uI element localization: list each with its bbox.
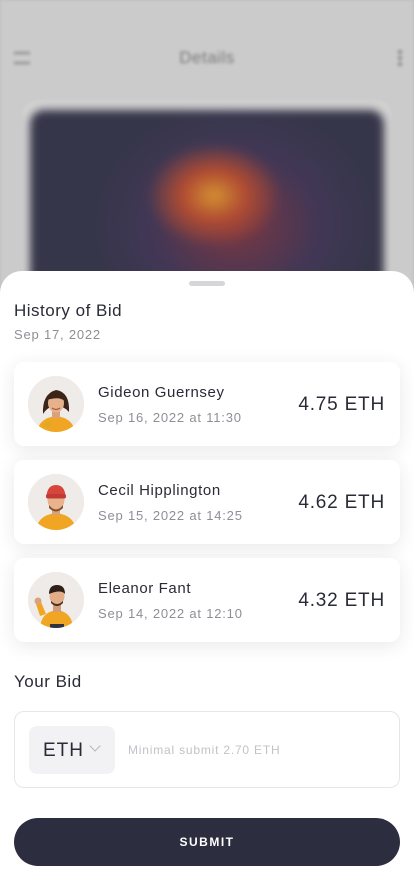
submit-button[interactable]: SUBMIT [14,818,400,866]
avatar-man-beanie-icon [28,474,84,530]
sheet-title: History of Bid [14,301,123,320]
avatar [28,474,84,530]
bid-history-sheet: History of Bid Sep 17, 2022 Gideon Guern… [0,271,414,896]
avatar-man-thumbs-up-icon [28,572,84,628]
bid-card[interactable]: Eleanor Fant Sep 14, 2022 at 12:10 4.32 … [14,558,400,642]
bid-time: Sep 16, 2022 at 11:30 [98,410,242,425]
bid-list: Gideon Guernsey Sep 16, 2022 at 11:30 4.… [14,362,400,656]
bid-time: Sep 15, 2022 at 14:25 [98,508,243,523]
avatar [28,376,84,432]
your-bid-label: Your Bid [14,672,82,691]
avatar [28,572,84,628]
avatar-woman-icon [28,376,84,432]
chevron-down-icon [89,740,101,752]
bid-amount: 4.75 ETH [298,394,385,415]
bid-amount: 4.32 ETH [298,590,385,611]
sheet-date: Sep 17, 2022 [14,327,101,342]
currency-select[interactable]: ETH [29,726,115,774]
bid-amount-input[interactable] [128,736,388,764]
bid-amount: 4.62 ETH [298,492,385,513]
bid-time: Sep 14, 2022 at 12:10 [98,606,243,621]
bidder-name: Cecil Hipplington [98,482,221,499]
bid-card[interactable]: Cecil Hipplington Sep 15, 2022 at 14:25 … [14,460,400,544]
sheet-drag-handle[interactable] [189,281,225,286]
currency-label: ETH [43,740,84,761]
bid-card[interactable]: Gideon Guernsey Sep 16, 2022 at 11:30 4.… [14,362,400,446]
bid-input-group: ETH [14,711,400,788]
bidder-name: Eleanor Fant [98,580,192,597]
bidder-name: Gideon Guernsey [98,384,225,401]
